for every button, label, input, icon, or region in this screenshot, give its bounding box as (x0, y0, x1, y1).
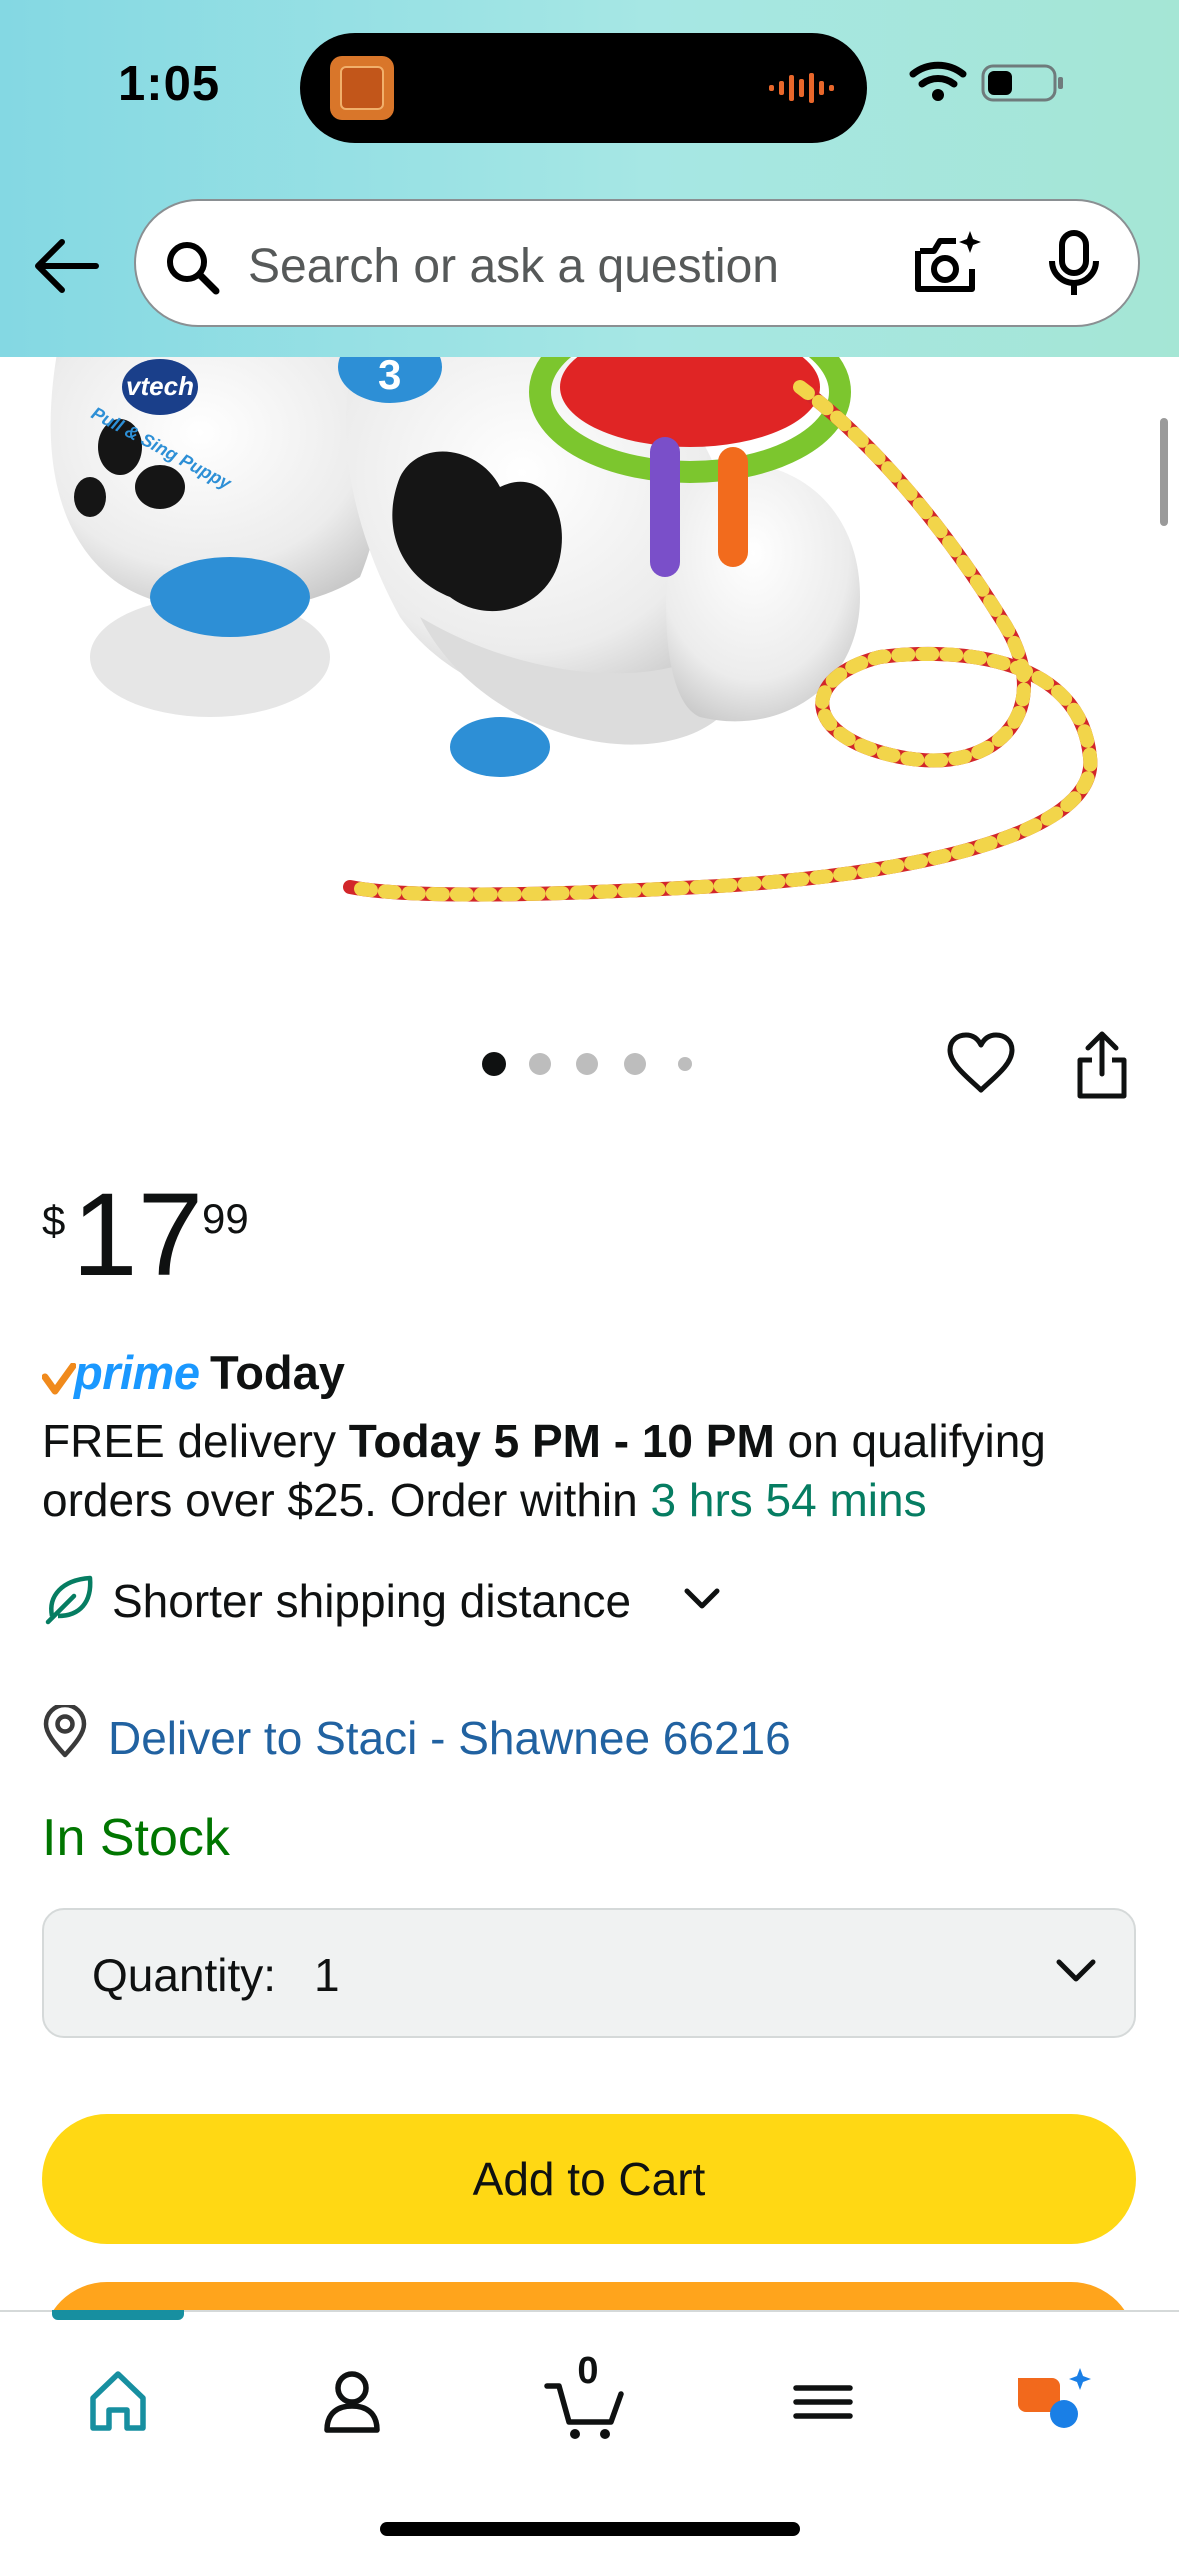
menu-icon (793, 2385, 853, 2419)
search-bar[interactable]: Search or ask a question (134, 199, 1140, 327)
bottom-nav: 0 (0, 2310, 1179, 2556)
chevron-down-icon[interactable] (682, 1586, 722, 1612)
nav-cart[interactable]: 0 (533, 2348, 643, 2448)
prime-logo-text: prime (74, 1346, 200, 1399)
search-icon (167, 242, 220, 295)
share-icon[interactable] (1074, 1030, 1130, 1100)
nav-menu[interactable] (768, 2348, 878, 2448)
shorter-shipping-label[interactable]: Shorter shipping distance (112, 1574, 631, 1628)
leaf-icon (45, 1575, 93, 1625)
wifi-icon (909, 61, 967, 101)
person-icon (324, 2371, 380, 2433)
stock-status: In Stock (42, 1809, 230, 1867)
battery-icon (981, 64, 1063, 102)
search-input[interactable]: Search or ask a question (248, 239, 779, 294)
add-to-cart-button[interactable]: Add to Cart (42, 2114, 1136, 2244)
delivery-countdown: 3 hrs 54 mins (650, 1474, 927, 1526)
delivery-window: Today 5 PM - 10 PM (348, 1415, 775, 1467)
location-pin-icon (43, 1705, 87, 1758)
quantity-value: 1 (314, 1949, 340, 2001)
home-icon (90, 2371, 146, 2431)
quantity-select[interactable]: Quantity: 1 (42, 1908, 1136, 2038)
prime-check-icon (42, 1363, 76, 1395)
product-photo: vtech Pull & Sing Puppy 3 (50, 357, 1098, 902)
brand-logo-text: vtech (126, 371, 194, 401)
page-dot[interactable] (678, 1057, 692, 1071)
deliver-to-address[interactable]: Deliver to Staci - Shawnee 66216 (108, 1711, 791, 1765)
quantity-label: Quantity: (92, 1949, 277, 2001)
status-icons (909, 61, 1063, 102)
wishlist-heart-icon[interactable] (946, 1032, 1016, 1094)
nav-active-indicator (52, 2310, 184, 2320)
number-tag-text: 3 (378, 357, 401, 398)
now-playing-app-icon (330, 56, 394, 120)
delivery-info: FREE delivery Today 5 PM - 10 PM on qual… (42, 1412, 1152, 1530)
cart-count-badge: 0 (577, 2350, 599, 2392)
page-dot-active[interactable] (482, 1052, 506, 1076)
microphone-icon[interactable] (1044, 229, 1104, 299)
delivery-prefix: FREE delivery (42, 1415, 349, 1467)
dynamic-island (300, 33, 867, 143)
home-indicator (380, 2522, 800, 2536)
rufus-icon (1018, 2368, 1091, 2428)
top-header: 1:05 Search or ask a question (0, 0, 1179, 357)
scrollbar[interactable] (1160, 418, 1168, 526)
product-image[interactable]: vtech Pull & Sing Puppy 3 (0, 357, 1179, 977)
nav-home[interactable] (63, 2348, 173, 2448)
page-dot[interactable] (529, 1053, 551, 1075)
back-arrow-icon[interactable] (32, 236, 102, 296)
nav-account[interactable] (297, 2348, 407, 2448)
chevron-down-icon (1056, 1959, 1096, 1982)
page-dot[interactable] (624, 1053, 646, 1075)
price-fraction: 99 (202, 1195, 249, 1242)
price-whole: 17 (72, 1169, 204, 1301)
audio-waveform-icon (769, 73, 834, 103)
price-currency: $ (42, 1197, 66, 1244)
page-dot[interactable] (576, 1053, 598, 1075)
prime-today-label: Today (210, 1346, 345, 1399)
status-time: 1:05 (118, 57, 221, 111)
nav-rufus[interactable] (1000, 2348, 1110, 2448)
camera-search-icon[interactable] (912, 229, 984, 299)
